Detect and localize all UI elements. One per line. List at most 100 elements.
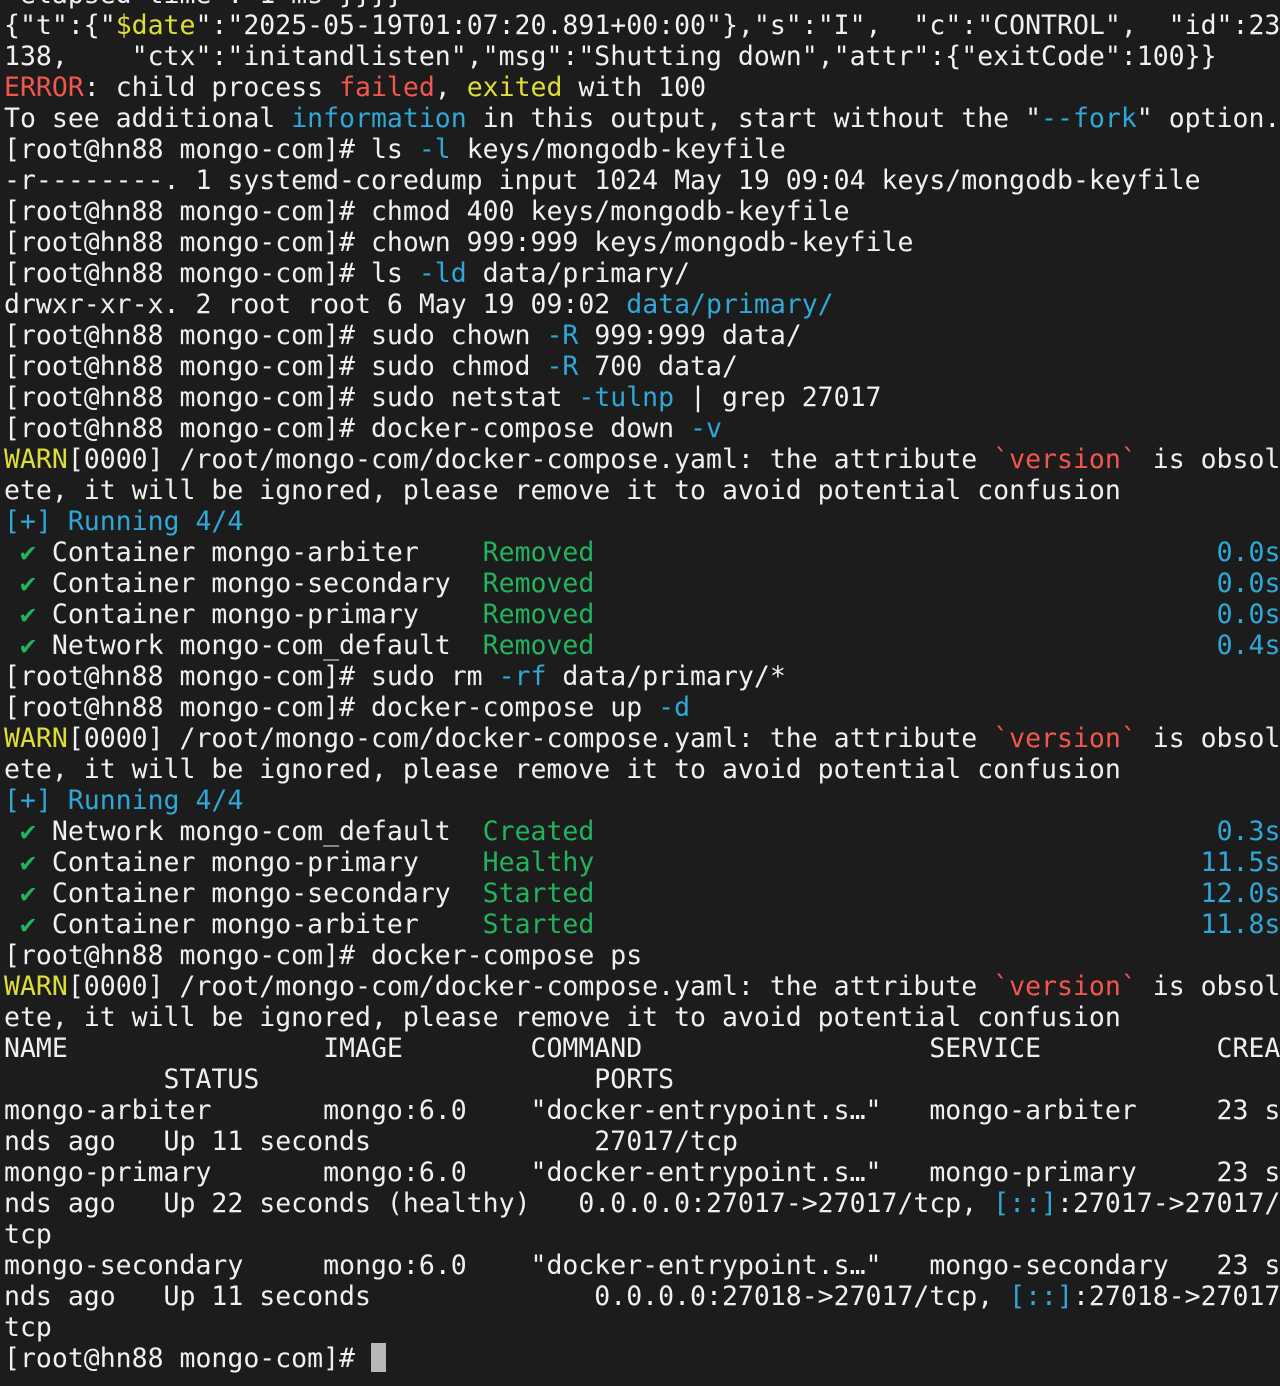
terminal-text-segment: [root@hn88 mongo-com]# docker-compose do… xyxy=(4,413,691,444)
terminal-line: [+] Running 4/4 xyxy=(4,785,1280,816)
terminal-line: elapsed time : 1 ms }}}} xyxy=(4,0,1280,10)
terminal-text-segment: WARN xyxy=(4,971,68,1002)
terminal-text-segment: nds ago Up 22 seconds (healthy) 0.0.0.0:… xyxy=(4,1188,994,1219)
terminal-text-segment: 138, "ctx":"initandlisten","msg":"Shutti… xyxy=(4,41,1217,72)
terminal-line: mongo-secondary mongo:6.0 "docker-entryp… xyxy=(4,1250,1280,1281)
terminal-line: WARN[0000] /root/mongo-com/docker-compos… xyxy=(4,723,1280,754)
terminal-line: nds ago Up 11 seconds 27017/tcp xyxy=(4,1126,1280,1157)
terminal-text-segment: , xyxy=(434,72,467,103)
terminal-text-segment: data/primary/ xyxy=(626,289,834,320)
terminal-line: tcp xyxy=(4,1219,1280,1250)
terminal-line: [root@hn88 mongo-com]# sudo chown -R 999… xyxy=(4,320,1280,351)
terminal-text-segment: 11.8s xyxy=(1200,909,1280,940)
terminal-line: [root@hn88 mongo-com]# sudo chmod -R 700… xyxy=(4,351,1280,382)
terminal-window[interactable]: elapsed time : 1 ms }}}}{"t":{"$date":"2… xyxy=(0,0,1280,1386)
terminal-text-segment: [+] Running 4/4 xyxy=(4,785,244,816)
terminal-text-segment: ✔ xyxy=(4,630,36,661)
terminal-prompt-line[interactable]: [root@hn88 mongo-com]# xyxy=(4,1343,1280,1374)
terminal-text-segment: 0.0s xyxy=(1216,568,1280,599)
terminal-text-segment: -tulnp xyxy=(578,382,675,413)
terminal-line: nds ago Up 22 seconds (healthy) 0.0.0.0:… xyxy=(4,1188,1280,1219)
terminal-text-segment: {"t":{" xyxy=(4,10,116,41)
terminal-text-segment: NAME IMAGE COMMAND SERVICE CREATED xyxy=(4,1033,1280,1064)
terminal-line: NAME IMAGE COMMAND SERVICE CREATED xyxy=(4,1033,1280,1064)
terminal-text-segment: [root@hn88 mongo-com]# chmod 400 keys/mo… xyxy=(4,196,850,227)
terminal-text-segment: ete, it will be ignored, please remove i… xyxy=(4,1002,1121,1033)
terminal-text-segment: `version` xyxy=(993,971,1137,1002)
terminal-text-segment: Network mongo-com_default xyxy=(35,630,483,661)
terminal-text-segment: [0000] /root/mongo-com/docker-compose.ya… xyxy=(67,444,994,475)
terminal-line: [root@hn88 mongo-com]# ls -ld data/prima… xyxy=(4,258,1280,289)
terminal-line: [root@hn88 mongo-com]# docker-compose up… xyxy=(4,692,1280,723)
terminal-text-segment: ete, it will be ignored, please remove i… xyxy=(4,475,1121,506)
terminal-line: ete, it will be ignored, please remove i… xyxy=(4,1002,1280,1033)
terminal-text-segment: -r--------. 1 systemd-coredump input 102… xyxy=(4,165,1201,196)
terminal-line: [root@hn88 mongo-com]# chmod 400 keys/mo… xyxy=(4,196,1280,227)
terminal-text-segment: -R xyxy=(546,320,579,351)
terminal-text-segment: " option. xyxy=(1136,103,1280,134)
terminal-text-segment: mongo-primary mongo:6.0 "docker-entrypoi… xyxy=(4,1157,1280,1188)
terminal-text-segment: Removed xyxy=(482,537,595,568)
terminal-text-segment: Removed xyxy=(482,630,595,661)
terminal-text-segment: [root@hn88 mongo-com]# docker-compose up xyxy=(4,692,659,723)
terminal-text-segment: [root@hn88 mongo-com]# chown 999:999 key… xyxy=(4,227,914,258)
terminal-text-segment: tcp xyxy=(4,1219,52,1250)
terminal-text-segment: [root@hn88 mongo-com]# sudo rm xyxy=(4,661,499,692)
terminal-text-segment: Healthy xyxy=(482,847,595,878)
terminal-text-segment: WARN xyxy=(4,444,68,475)
terminal-text-segment: 12.0s xyxy=(1200,878,1280,909)
terminal-line: -r--------. 1 systemd-coredump input 102… xyxy=(4,165,1280,196)
terminal-text-segment: is obsol xyxy=(1136,723,1280,754)
terminal-text-segment: Container mongo-arbiter xyxy=(35,909,483,940)
terminal-text-segment: mongo-arbiter mongo:6.0 "docker-entrypoi… xyxy=(4,1095,1280,1126)
terminal-text-segment: [0000] /root/mongo-com/docker-compose.ya… xyxy=(67,723,994,754)
terminal-text-segment: ✔ xyxy=(4,599,36,630)
terminal-text-segment: with 100 xyxy=(562,72,707,103)
terminal-line: WARN[0000] /root/mongo-com/docker-compos… xyxy=(4,444,1280,475)
terminal-line: [root@hn88 mongo-com]# docker-compose do… xyxy=(4,413,1280,444)
terminal-line: [+] Running 4/4 xyxy=(4,506,1280,537)
terminal-text-segment: -R xyxy=(546,351,579,382)
terminal-text-segment: Container mongo-arbiter xyxy=(35,537,483,568)
terminal-text-segment: Network mongo-com_default xyxy=(35,816,483,847)
terminal-text-segment: 999:999 data/ xyxy=(578,320,802,351)
terminal-text-segment: STATUS PORTS xyxy=(4,1064,675,1095)
terminal-text-segment: Removed xyxy=(482,599,595,630)
terminal-line: drwxr-xr-x. 2 root root 6 May 19 09:02 d… xyxy=(4,289,1280,320)
terminal-text-segment: failed xyxy=(339,72,435,103)
terminal-text-segment: ERROR xyxy=(4,72,84,103)
terminal-text-segment: elapsed time : 1 ms }}}} xyxy=(4,0,403,10)
terminal-line: ✔ Container mongo-primary Removed 0.0s xyxy=(4,599,1280,630)
terminal-text-segment: ✔ xyxy=(4,878,36,909)
terminal-text-segment: [+] Running 4/4 xyxy=(4,506,244,537)
terminal-text-segment: Removed xyxy=(482,568,595,599)
terminal-text-segment: data/primary/ xyxy=(466,258,691,289)
terminal-line: ✔ Network mongo-com_default Created 0.3s xyxy=(4,816,1280,847)
terminal-text-segment: [root@hn88 mongo-com]# ls xyxy=(4,258,419,289)
terminal-text-segment: [::] xyxy=(993,1188,1057,1219)
shell-prompt: [root@hn88 mongo-com]# xyxy=(4,1343,371,1374)
terminal-text-segment: 11.5s xyxy=(1200,847,1280,878)
terminal-line: ete, it will be ignored, please remove i… xyxy=(4,475,1280,506)
terminal-text-segment: exited xyxy=(466,72,563,103)
terminal-text-segment: Container mongo-secondary xyxy=(35,878,483,909)
terminal-text-segment: : child process xyxy=(83,72,340,103)
terminal-line: [root@hn88 mongo-com]# sudo rm -rf data/… xyxy=(4,661,1280,692)
terminal-line: ✔ Container mongo-secondary Started 12.0… xyxy=(4,878,1280,909)
terminal-text-segment: 0.4s xyxy=(1216,630,1280,661)
terminal-line: {"t":{"$date":"2025-05-19T01:07:20.891+0… xyxy=(4,10,1280,41)
terminal-text-segment: `version` xyxy=(993,444,1137,475)
terminal-text-segment: in this output, start without the " xyxy=(466,103,1042,134)
terminal-line: tcp xyxy=(4,1312,1280,1343)
terminal-text-segment: --fork xyxy=(1041,103,1137,134)
text-cursor xyxy=(370,1343,386,1372)
terminal-text-segment: `version` xyxy=(993,723,1137,754)
terminal-text-segment: keys/mongodb-keyfile xyxy=(450,134,786,165)
terminal-text-segment: tcp xyxy=(4,1312,52,1343)
